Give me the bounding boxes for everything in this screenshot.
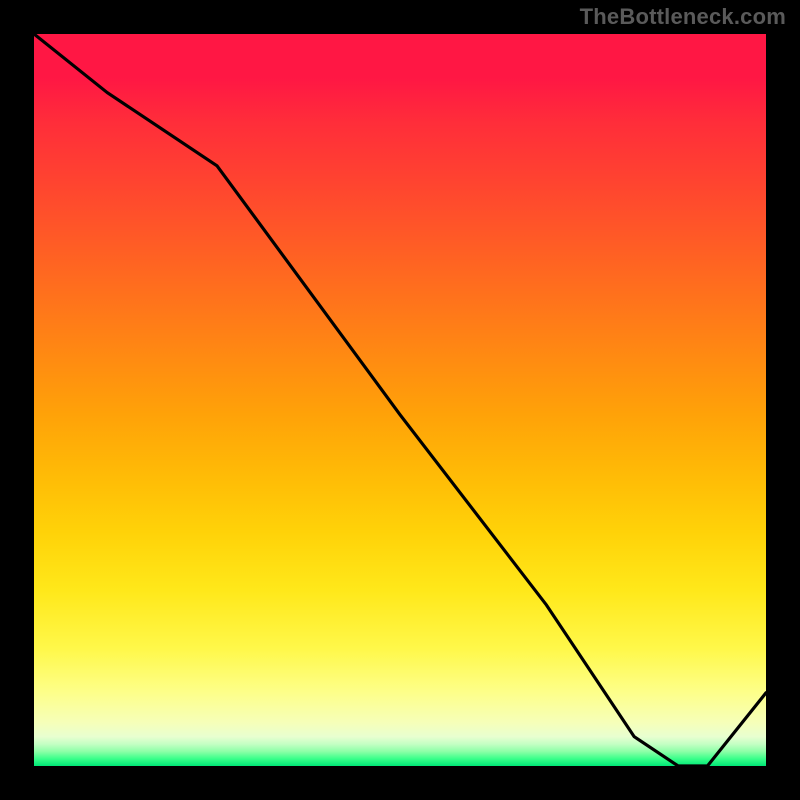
bottleneck-curve	[34, 34, 766, 766]
chart-root: TheBottleneck.com	[0, 0, 800, 800]
watermark-text: TheBottleneck.com	[580, 4, 786, 30]
plot-area	[30, 30, 770, 770]
